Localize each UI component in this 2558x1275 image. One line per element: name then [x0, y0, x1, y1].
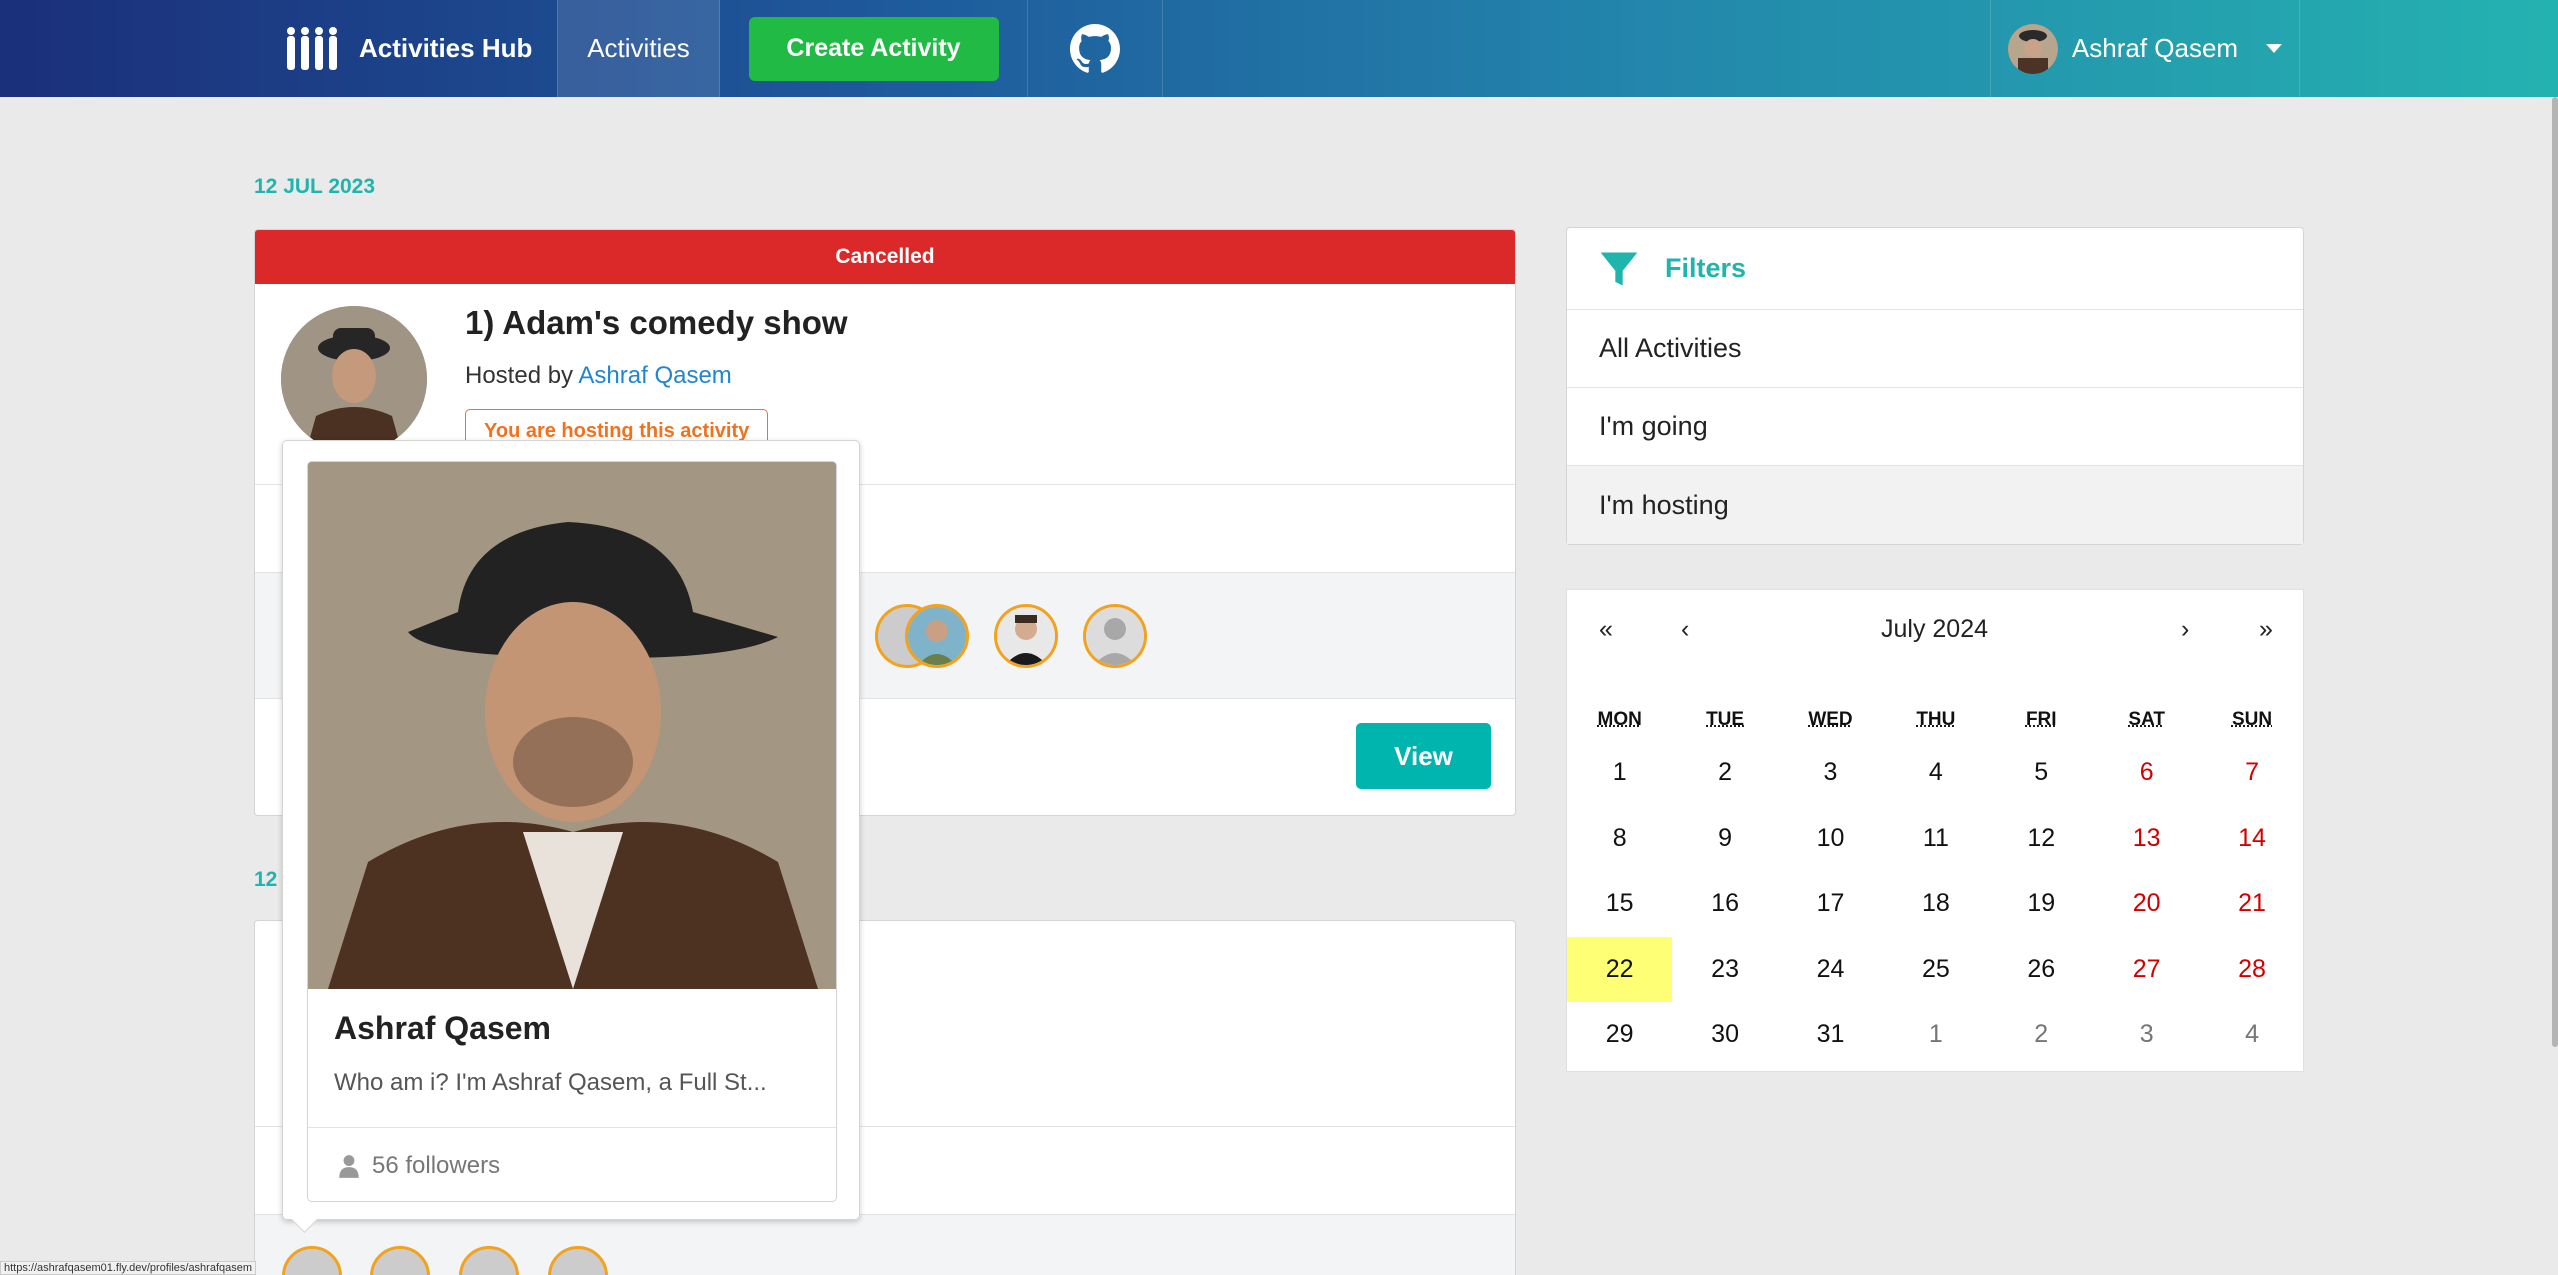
prev-year-button[interactable]: « — [1599, 615, 1613, 644]
calendar-week-row: 1234567 — [1567, 740, 2305, 806]
profile-popup: Ashraf Qasem Who am i? I'm Ashraf Qasem,… — [282, 440, 860, 1220]
calendar-day[interactable]: 12 — [1989, 806, 2094, 872]
filter-im-hosting[interactable]: I'm hosting — [1567, 466, 2303, 544]
weekday-label: THU — [1883, 700, 1988, 740]
calendar-day[interactable]: 30 — [1672, 1002, 1777, 1068]
filters-header: Filters — [1567, 228, 2303, 310]
calendar-day[interactable]: 20 — [2094, 871, 2199, 937]
calendar-day[interactable]: 26 — [1989, 937, 2094, 1003]
calendar-day[interactable]: 27 — [2094, 937, 2199, 1003]
calendar-day[interactable]: 9 — [1672, 806, 1777, 872]
profile-name: Ashraf Qasem — [334, 1010, 551, 1047]
prev-month-button[interactable]: ‹ — [1681, 615, 1689, 644]
date-group-header: 12 — [254, 868, 277, 892]
status-bar-url: https://ashrafqasem01.fly.dev/profiles/a… — [0, 1261, 256, 1275]
brand-link[interactable]: Activities Hub — [283, 0, 558, 97]
profile-card[interactable]: Ashraf Qasem Who am i? I'm Ashraf Qasem,… — [307, 461, 837, 1202]
calendar-day[interactable]: 22 — [1567, 937, 1672, 1003]
calendar-day[interactable]: 1 — [1567, 740, 1672, 806]
calendar-day[interactable]: 17 — [1778, 871, 1883, 937]
calendar-day[interactable]: 3 — [1778, 740, 1883, 806]
page-scrollbar[interactable] — [2552, 97, 2558, 1047]
calendar-day[interactable]: 11 — [1883, 806, 1988, 872]
weekday-header-row: MON TUE WED THU FRI SAT SUN — [1567, 700, 2305, 740]
chevron-down-icon — [2266, 44, 2282, 53]
followers-count: 56 followers — [372, 1152, 500, 1180]
calendar-day[interactable]: 23 — [1672, 937, 1777, 1003]
calendar-day[interactable]: 5 — [1989, 740, 2094, 806]
calendar-day[interactable]: 4 — [2199, 1002, 2304, 1068]
calendar-day[interactable]: 24 — [1778, 937, 1883, 1003]
calendar-month-label[interactable]: July 2024 — [1881, 615, 1988, 644]
calendar-day[interactable]: 1 — [1883, 1002, 1988, 1068]
nav-activities[interactable]: Activities — [557, 0, 720, 97]
activity-title[interactable]: 1) Adam's comedy show — [465, 304, 848, 342]
profile-photo — [308, 462, 837, 989]
attendee-avatar[interactable] — [1083, 604, 1147, 668]
calendar-week-row: 29 30 31 1 2 3 4 — [1567, 1002, 2305, 1068]
calendar-week-row: 22 23 24 25 26 27 28 — [1567, 937, 2305, 1003]
calendar-day[interactable]: 10 — [1778, 806, 1883, 872]
next-month-button[interactable]: › — [2181, 615, 2189, 644]
calendar-day[interactable]: 25 — [1883, 937, 1988, 1003]
calendar-grid: MON TUE WED THU FRI SAT SUN 1 2 3 4 5 6 7 8 9 10 1… — [1567, 700, 2305, 1068]
calendar-day[interactable]: 13 — [2094, 806, 2199, 872]
calendar-day[interactable]: 3 — [2094, 1002, 2199, 1068]
calendar-week-row: 8 9 10 11 12 13 14 — [1567, 806, 2305, 872]
weekday-label: SAT — [2094, 700, 2199, 740]
calendar-week-row: 15 16 17 18 19 20 21 — [1567, 871, 2305, 937]
host-profile-link[interactable]: Ashraf Qasem — [578, 362, 731, 389]
calendar-day[interactable]: 15 — [1567, 871, 1672, 937]
calendar-day[interactable]: 29 — [1567, 1002, 1672, 1068]
calendar-day[interactable]: 2 — [1672, 740, 1777, 806]
user-icon — [336, 1153, 362, 1179]
attendee-avatar[interactable] — [905, 604, 969, 668]
date-group-header: 12 JUL 2023 — [254, 175, 375, 199]
next-year-button[interactable]: » — [2259, 615, 2273, 644]
attendee-avatar[interactable] — [994, 604, 1058, 668]
hosted-by-prefix: Hosted by — [465, 362, 578, 389]
calendar-day[interactable]: 8 — [1567, 806, 1672, 872]
calendar-day[interactable]: 6 — [2094, 740, 2199, 806]
filter-all-activities[interactable]: All Activities — [1567, 310, 2303, 388]
calendar-day[interactable]: 31 — [1778, 1002, 1883, 1068]
cancelled-banner: Cancelled — [255, 230, 1515, 284]
calendar-day[interactable]: 21 — [2199, 871, 2304, 937]
calendar-day[interactable]: 14 — [2199, 806, 2304, 872]
create-activity-button[interactable]: Create Activity — [749, 17, 999, 81]
calendar-day[interactable]: 19 — [1989, 871, 2094, 937]
view-activity-button[interactable]: View — [1356, 723, 1491, 789]
weekday-label: FRI — [1989, 700, 2094, 740]
filters-title: Filters — [1665, 253, 1746, 284]
github-icon — [1070, 24, 1120, 74]
attendee-list — [255, 1214, 1515, 1275]
weekday-label: WED — [1778, 700, 1883, 740]
calendar-day[interactable]: 7 — [2199, 740, 2304, 806]
profile-followers: 56 followers — [308, 1127, 836, 1202]
brand-name: Activities Hub — [359, 33, 532, 64]
filter-icon — [1597, 247, 1641, 291]
date-calendar: « ‹ July 2024 › » MON TUE WED THU FRI SA… — [1566, 589, 2304, 1072]
filter-im-going[interactable]: I'm going — [1567, 388, 2303, 466]
nav-create-wrap: Create Activity — [720, 0, 1028, 97]
hosted-by: Hosted by Ashraf Qasem — [465, 362, 732, 390]
github-link[interactable] — [1028, 0, 1163, 97]
calendar-day[interactable]: 28 — [2199, 937, 2304, 1003]
host-avatar[interactable] — [281, 306, 427, 452]
user-name: Ashraf Qasem — [2072, 33, 2238, 64]
people-logo-icon — [283, 26, 343, 72]
calendar-day[interactable]: 16 — [1672, 871, 1777, 937]
filters-menu: Filters All Activities I'm going I'm hos… — [1566, 227, 2304, 545]
weekday-label: SUN — [2199, 700, 2304, 740]
user-menu[interactable]: Ashraf Qasem — [1990, 0, 2300, 97]
profile-bio: Who am i? I'm Ashraf Qasem, a Full St... — [334, 1069, 767, 1097]
user-avatar — [2008, 24, 2058, 74]
top-navbar: Activities Hub Activities Create Activit… — [0, 0, 2558, 97]
calendar-day[interactable]: 2 — [1989, 1002, 2094, 1068]
weekday-label: TUE — [1672, 700, 1777, 740]
calendar-day[interactable]: 4 — [1883, 740, 1988, 806]
weekday-label: MON — [1567, 700, 1672, 740]
calendar-day[interactable]: 18 — [1883, 871, 1988, 937]
